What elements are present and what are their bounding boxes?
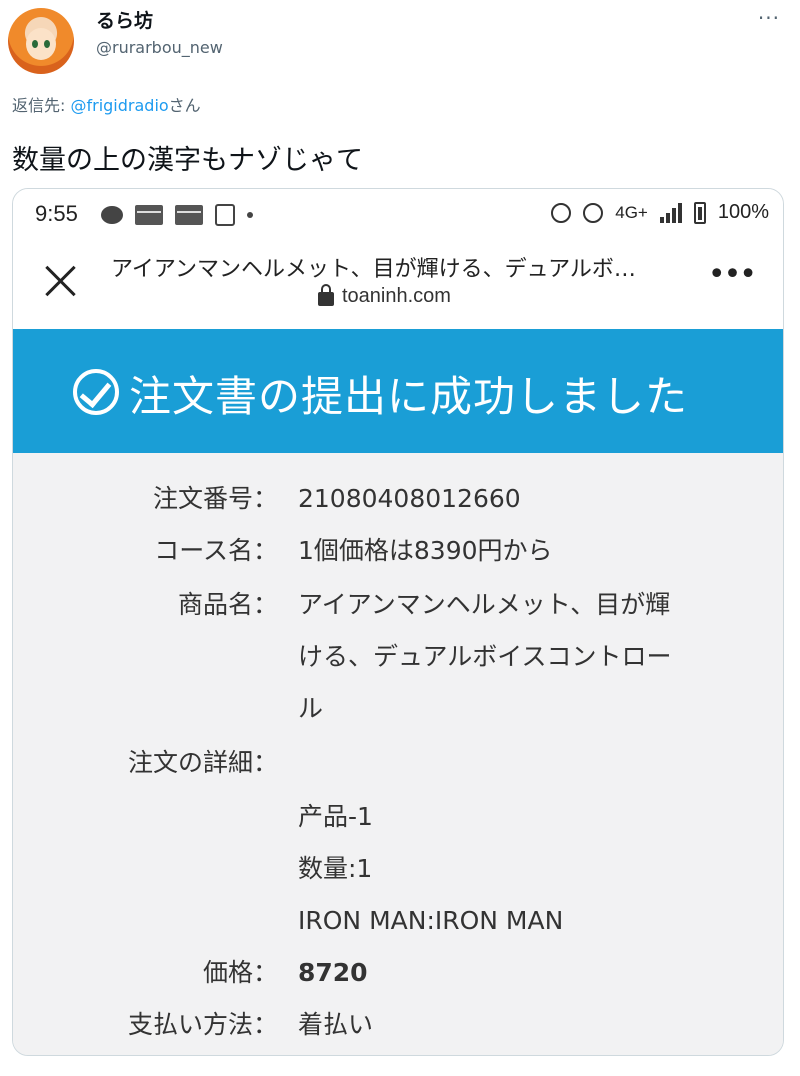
status-right: 4G+ 100%: [551, 201, 769, 224]
copy-icon: [215, 204, 235, 226]
detail-item: 产品-1: [298, 802, 373, 831]
close-icon[interactable]: [41, 261, 81, 301]
dnd-icon: [583, 202, 604, 223]
status-bar: 9:55 4G+ 100%: [13, 189, 783, 241]
reply-prefix: 返信先:: [12, 96, 71, 115]
course-value: 1個価格は8390円から: [298, 536, 553, 565]
avatar-eye: [32, 40, 38, 48]
page-title: アイアンマンヘルメット、目が輝ける、デュアルボ…: [111, 257, 636, 282]
product-value-line3: ル: [298, 694, 324, 723]
product-value-line2: ける、デュアルボイスコントロー: [298, 642, 672, 671]
payment-label: 支払い方法：: [127, 1010, 278, 1039]
detail-variant: IRON MAN:IRON MAN: [298, 906, 564, 935]
lock-icon: [318, 283, 334, 306]
tweet-text: 数量の上の漢字もナゾじゃて: [12, 145, 363, 176]
status-time: 9:55: [35, 201, 78, 226]
mail-icon: [175, 205, 203, 225]
phone-top-area: 9:55 4G+ 100% アイアンマンヘルメット、目が輝ける、デュアルボ… t…: [13, 189, 783, 329]
menu-dots-icon[interactable]: •••: [708, 257, 757, 292]
signal-icon: [659, 202, 682, 223]
product-value-line1: アイアンマンヘルメット、目が輝: [298, 590, 671, 619]
price-value: 8720: [298, 958, 368, 987]
network-type: 4G+: [615, 202, 648, 222]
avatar-eye: [44, 40, 50, 48]
details-label: 注文の詳細：: [127, 748, 278, 777]
alarm-icon: [551, 202, 572, 223]
success-banner: 注文書の提出に成功しました: [13, 329, 783, 453]
course-label: コース名：: [154, 536, 278, 565]
reply-suffix: さん: [168, 96, 201, 115]
check-circle-icon: [73, 369, 119, 415]
more-options-icon[interactable]: ···: [758, 6, 780, 30]
dot-icon: [247, 212, 253, 218]
url-display[interactable]: toaninh.com: [318, 283, 451, 308]
reply-mention-link[interactable]: @frigidradio: [70, 96, 168, 115]
payment-value: 着払い: [298, 1010, 374, 1039]
url-text: toaninh.com: [342, 285, 451, 307]
order-number-label: 注文番号：: [152, 484, 278, 513]
avatar-face: [26, 28, 56, 60]
reply-to-line: 返信先: @frigidradioさん: [12, 92, 201, 116]
tweet-media-screenshot[interactable]: 9:55 4G+ 100% アイアンマンヘルメット、目が輝ける、デュアルボ… t…: [12, 188, 784, 1056]
battery-level: 100%: [717, 201, 769, 223]
browser-toolbar: アイアンマンヘルメット、目が輝ける、デュアルボ… toaninh.com •••: [13, 241, 783, 329]
tweet-header: るら坊 @rurarbou_new ···: [0, 0, 800, 80]
order-number-value: 21080408012660: [298, 484, 521, 513]
user-handle[interactable]: @rurarbou_new: [96, 38, 223, 57]
battery-icon: [693, 201, 706, 224]
display-name[interactable]: るら坊: [96, 6, 153, 33]
product-label: 商品名：: [177, 590, 278, 619]
detail-quantity: 数量:1: [298, 854, 373, 883]
mail-icon: [135, 205, 163, 225]
price-label: 価格：: [202, 958, 278, 987]
order-details: 注文番号： 21080408012660 コース名： 1個価格は8390円から …: [13, 453, 783, 1055]
notification-icons: [101, 202, 253, 228]
chat-icon: [101, 206, 123, 224]
avatar[interactable]: [8, 8, 74, 74]
banner-text: 注文書の提出に成功しました: [129, 372, 689, 421]
